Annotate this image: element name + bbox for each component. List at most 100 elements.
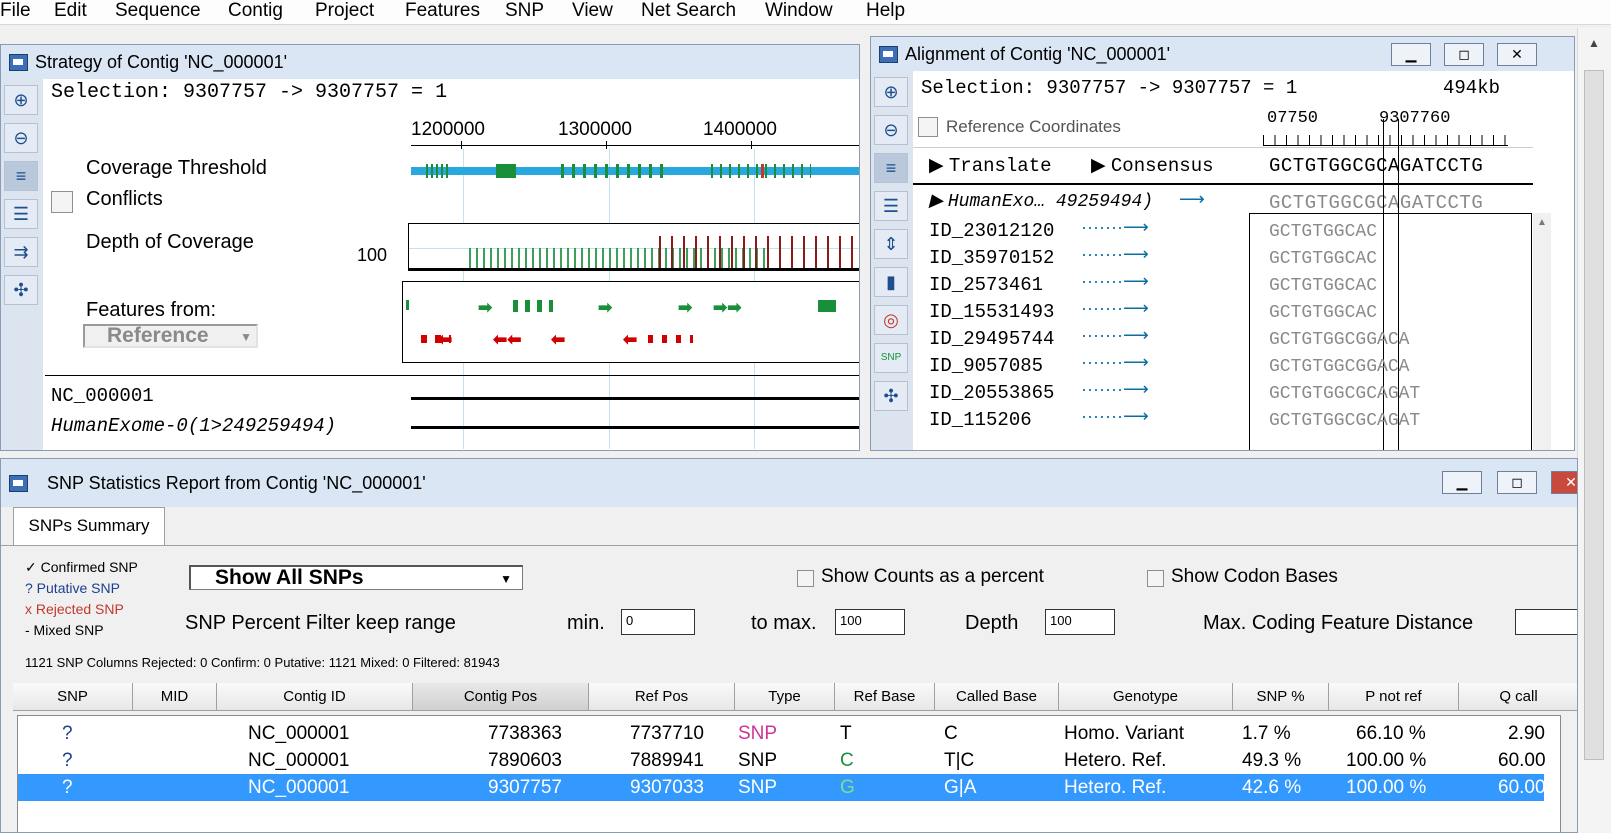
menu-window[interactable]: Window (765, 0, 833, 22)
table-row[interactable]: ? NC_000001 7890603 7889941 SNP C T|C He… (18, 747, 1546, 774)
move-icon[interactable]: ✣ (874, 381, 908, 411)
to-max-label: to max. (751, 612, 817, 634)
col-genotype[interactable]: Genotype (1059, 683, 1233, 711)
col-ref-base[interactable]: Ref Base (835, 683, 935, 711)
ruler-icon[interactable]: ⇕ (874, 229, 908, 259)
show-codon-bases-checkbox[interactable] (1147, 570, 1164, 587)
feature-mark (648, 335, 693, 343)
col-p-not-ref[interactable]: P not ref (1329, 683, 1459, 711)
conflicts-label: Conflicts (86, 188, 163, 210)
read-arrow-icon: ·······⟶ (1081, 325, 1149, 345)
menu-net-search[interactable]: Net Search (641, 0, 736, 22)
reads-scrollbar[interactable]: ▲ (1533, 213, 1551, 450)
snp-status-line: 1121 SNP Columns Rejected: 0 Confirm: 0 … (25, 655, 500, 670)
col-mid[interactable]: MID (133, 683, 217, 711)
menu-view[interactable]: View (572, 0, 613, 22)
cell-contig-pos: 7738363 (488, 723, 562, 744)
menu-snp[interactable]: SNP (505, 0, 544, 22)
menu-edit[interactable]: Edit (54, 0, 87, 22)
read-sequence: GCTGTGGCGGACA (1269, 330, 1410, 350)
zoom-in-icon[interactable]: ⊕ (874, 77, 908, 107)
menu-project[interactable]: Project (315, 0, 374, 22)
coverage-threshold-bar (411, 164, 859, 178)
move-icon[interactable]: ✣ (4, 275, 38, 305)
maximize-button[interactable]: ◻ (1497, 471, 1537, 494)
strategy-titlebar[interactable]: Strategy of Contig 'NC_000001' (1, 45, 859, 79)
tab-snps-summary[interactable]: SNPs Summary (13, 507, 165, 546)
consensus-toggle[interactable]: ▶ Consensus (1091, 154, 1214, 177)
tab-divider (1, 545, 1577, 546)
col-contig-id[interactable]: Contig ID (217, 683, 413, 711)
max-input[interactable]: 100 (835, 609, 905, 635)
scroll-up-icon[interactable]: ▲ (1588, 36, 1600, 50)
menu-help[interactable]: Help (866, 0, 905, 22)
cell-q-call: 60.00 (1498, 750, 1546, 771)
maximize-button[interactable]: ◻ (1444, 43, 1484, 66)
window-icon (9, 475, 28, 492)
menu-file[interactable]: File (0, 0, 31, 22)
percent-filter-label: SNP Percent Filter keep range (185, 612, 456, 634)
feature-forward-arrow: ➡ (678, 298, 693, 317)
cell-p-not-ref: 66.10 % (1356, 723, 1426, 744)
cell-p-not-ref: 100.00 % (1346, 777, 1427, 798)
feature-reverse-arrow: ⬅ (623, 330, 638, 349)
col-type[interactable]: Type (735, 683, 835, 711)
arrows-icon[interactable]: ⇉ (4, 237, 38, 267)
col-snp[interactable]: SNP (13, 683, 133, 711)
cell-type: SNP (738, 750, 778, 771)
col-snp-pct[interactable]: SNP % (1233, 683, 1329, 711)
tracks-icon[interactable]: ≡ (4, 161, 38, 191)
reference-coordinates-checkbox[interactable] (918, 117, 938, 137)
feature-forward-arrow: ➡ (478, 298, 493, 317)
conflicts-checkbox[interactable] (51, 191, 73, 213)
close-button[interactable]: ✕ (1497, 43, 1537, 66)
alignment-title: Alignment of Contig 'NC_000001' (905, 44, 1171, 64)
cell-called-base: G|A (944, 777, 977, 798)
reference-row[interactable]: ▶ HumanExo… 49259494) (929, 190, 1153, 212)
translate-label: Translate (948, 155, 1052, 177)
read-arrow-icon: ·······⟶ (1081, 352, 1149, 372)
minimize-button[interactable]: ▁ (1442, 471, 1482, 494)
target-icon[interactable]: ◎ (874, 305, 908, 335)
cell-q-call: 60.00 (1498, 777, 1546, 798)
cell-genotype: Homo. Variant (1064, 723, 1185, 744)
max-coding-input[interactable] (1515, 609, 1577, 635)
show-counts-percent-checkbox[interactable] (797, 570, 814, 587)
min-input[interactable]: 0 (621, 609, 695, 635)
coverage-mark (426, 164, 448, 178)
thermometer-icon[interactable]: ▮ (874, 267, 908, 297)
menu-features[interactable]: Features (405, 0, 480, 22)
zoom-out-icon[interactable]: ⊖ (874, 115, 908, 145)
features-source-select[interactable]: Reference ▼ (83, 324, 258, 348)
table-row-selected[interactable]: ? NC_000001 9307757 9307033 SNP G G|A He… (18, 774, 1546, 801)
zoom-out-icon[interactable]: ⊖ (4, 123, 38, 153)
table-row[interactable]: ? NC_000001 7738363 7737710 SNP T C Homo… (18, 720, 1545, 747)
menu-sequence[interactable]: Sequence (115, 0, 201, 22)
scroll-up-icon[interactable]: ▲ (1537, 217, 1547, 228)
show-codon-bases-label: Show Codon Bases (1171, 566, 1338, 587)
snp-icon[interactable]: SNP (874, 343, 908, 373)
snp-report-titlebar[interactable]: SNP Statistics Report from Contig 'NC_00… (1, 459, 1577, 507)
read-id: ID_115206 (929, 409, 1032, 431)
col-ref-pos[interactable]: Ref Pos (589, 683, 735, 711)
minimize-button[interactable]: ▁ (1391, 43, 1431, 66)
snp-filter-select[interactable]: Show All SNPs ▼ (189, 565, 523, 590)
main-scrollbar[interactable]: ▲ (1577, 28, 1611, 833)
col-q-call[interactable]: Q call (1459, 683, 1577, 711)
snp-legend: ✓ Confirmed SNP ? Putative SNP x Rejecte… (25, 557, 138, 641)
tracks-icon[interactable]: ≡ (874, 153, 908, 183)
depth-bars (659, 236, 859, 270)
scroll-thumb[interactable] (1584, 70, 1604, 760)
alignment-titlebar[interactable]: Alignment of Contig 'NC_000001' ▁ ◻ ✕ (871, 37, 1574, 71)
depth-input[interactable]: 100 (1045, 609, 1115, 635)
col-called-base[interactable]: Called Base (935, 683, 1059, 711)
translate-toggle[interactable]: ▶ Translate (929, 154, 1052, 177)
read-id: ID_9057085 (929, 355, 1044, 377)
list-icon[interactable]: ☰ (4, 199, 38, 229)
zoom-in-icon[interactable]: ⊕ (4, 85, 38, 115)
list-icon[interactable]: ☰ (874, 191, 908, 221)
close-button[interactable]: ✕ (1551, 471, 1577, 494)
menu-contig[interactable]: Contig (228, 0, 283, 22)
col-contig-pos[interactable]: Contig Pos (413, 683, 589, 711)
strategy-toolbar: ⊕ ⊖ ≡ ☰ ⇉ ✣ (1, 79, 43, 450)
